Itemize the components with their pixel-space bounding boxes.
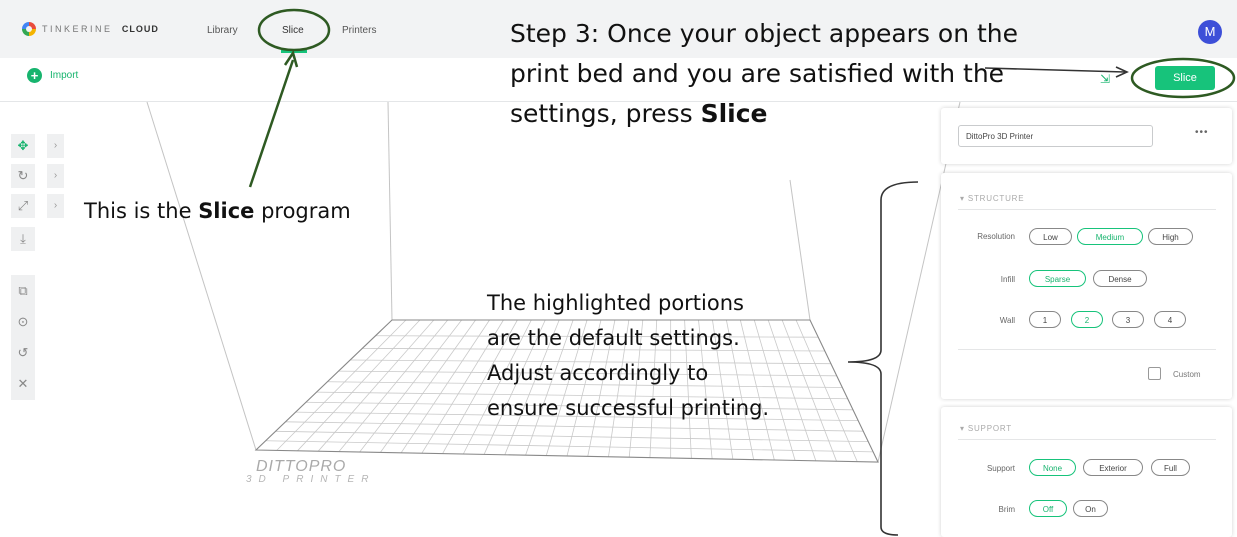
- divider: [958, 349, 1216, 350]
- grid-line: [275, 430, 869, 443]
- move-tool-expand[interactable]: ›: [47, 134, 64, 158]
- bed-brand-subtitle: 3D PRINTER: [246, 474, 376, 485]
- frame-line: [789, 179, 811, 321]
- slice-tab-highlight-ellipse: [257, 8, 331, 52]
- reset-icon[interactable]: ↺: [11, 341, 35, 365]
- support-section-title[interactable]: ▾ SUPPORT: [960, 424, 1012, 433]
- brim-label: Brim: [998, 505, 1015, 514]
- support-label: Support: [986, 464, 1015, 473]
- slice-button-highlight-ellipse: [1130, 57, 1236, 99]
- rotate-tool-button[interactable]: ↻: [11, 164, 35, 188]
- custom-checkbox[interactable]: [1148, 367, 1161, 380]
- scale-tool-button[interactable]: ⤢: [11, 194, 35, 218]
- printer-card: DittoPro 3D Printer •••: [941, 108, 1232, 164]
- infill-label: Infill: [1000, 275, 1015, 284]
- frame-line: [146, 101, 257, 451]
- infill-dense-option[interactable]: Dense: [1093, 270, 1147, 287]
- structure-card: ▾ STRUCTURE Resolution Low Medium High I…: [941, 173, 1232, 399]
- printer-select[interactable]: DittoPro 3D Printer: [958, 125, 1153, 147]
- download-icon[interactable]: ⤓: [11, 227, 35, 251]
- resolution-high-option[interactable]: High: [1148, 228, 1193, 245]
- more-options-icon[interactable]: •••: [1195, 127, 1209, 138]
- frame-line: [387, 101, 393, 321]
- grid-line: [265, 440, 874, 453]
- grid-line: [338, 319, 449, 452]
- custom-label: Custom: [1173, 370, 1201, 379]
- wall-4-option[interactable]: 4: [1154, 311, 1186, 328]
- wall-2-option[interactable]: 2: [1071, 311, 1103, 328]
- resolution-low-option[interactable]: Low: [1029, 228, 1072, 245]
- support-card: ▾ SUPPORT Support None Exterior Full Bri…: [941, 407, 1232, 537]
- delete-icon[interactable]: ✕: [11, 372, 35, 396]
- grid-line: [380, 319, 476, 453]
- brim-off-option[interactable]: Off: [1029, 500, 1067, 517]
- structure-section-title[interactable]: ▾ STRUCTURE: [960, 194, 1024, 203]
- slice-program-note: This is the Slice program: [84, 199, 351, 223]
- brim-on-option[interactable]: On: [1073, 500, 1108, 517]
- wall-3-option[interactable]: 3: [1112, 311, 1144, 328]
- grid-line: [276, 319, 407, 451]
- wall-1-option[interactable]: 1: [1029, 311, 1061, 328]
- rotate-tool-expand[interactable]: ›: [47, 164, 64, 188]
- grid-line: [297, 319, 421, 452]
- grid-line: [317, 319, 435, 452]
- resolution-label: Resolution: [977, 232, 1015, 241]
- infill-sparse-option[interactable]: Sparse: [1029, 270, 1086, 287]
- divider: [958, 439, 1216, 440]
- support-none-option[interactable]: None: [1029, 459, 1076, 476]
- support-exterior-option[interactable]: Exterior: [1083, 459, 1143, 476]
- wall-label: Wall: [999, 316, 1015, 325]
- duplicate-icon[interactable]: ⧉: [11, 279, 35, 303]
- slice-program-arrow: [248, 59, 295, 188]
- support-full-option[interactable]: Full: [1151, 459, 1190, 476]
- default-settings-note: The highlighted portions are the default…: [487, 291, 770, 420]
- resolution-medium-option[interactable]: Medium: [1077, 228, 1143, 245]
- center-icon[interactable]: ⊙: [11, 310, 35, 334]
- scale-tool-expand[interactable]: ›: [47, 194, 64, 218]
- move-tool-button[interactable]: ✥: [11, 134, 35, 158]
- grid-line: [359, 319, 462, 453]
- grid-line: [400, 319, 490, 454]
- settings-bracket: [847, 181, 919, 536]
- divider: [958, 209, 1216, 210]
